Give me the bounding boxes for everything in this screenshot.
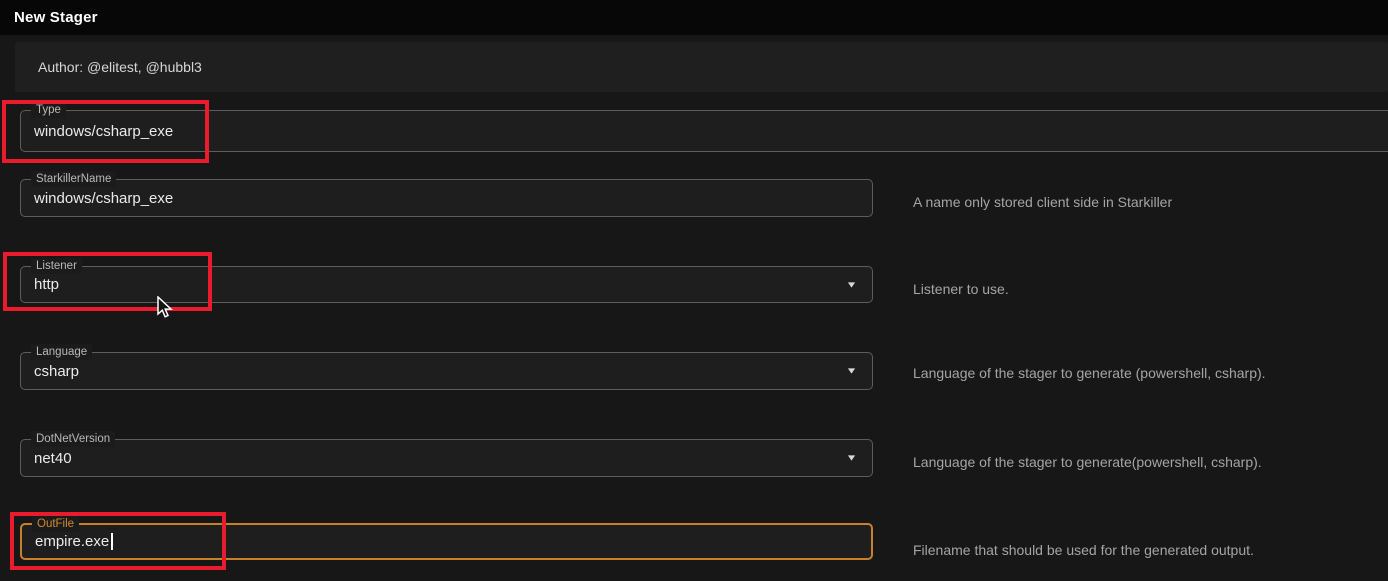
dotnetversion-select-value: net40 bbox=[34, 450, 72, 467]
new-stager-page: { "window": { "title": "New Stager" }, "… bbox=[0, 0, 1388, 581]
listener-helper-text: Listener to use. bbox=[913, 280, 1009, 299]
type-field-label: Type bbox=[31, 102, 66, 118]
outfile-input-label: OutFile bbox=[32, 516, 79, 532]
chevron-down-icon: ▼ bbox=[846, 280, 858, 289]
author-text: Author: @elitest, @hubbl3 bbox=[38, 59, 202, 75]
outfile-input-value: empire.exe bbox=[35, 533, 109, 550]
page-title: New Stager bbox=[14, 9, 98, 26]
starkillername-field-label: StarkillerName bbox=[31, 171, 116, 187]
language-select-label: Language bbox=[31, 344, 92, 360]
dotnetversion-select-label: DotNetVersion bbox=[31, 431, 115, 447]
language-select[interactable]: Language csharp ▼ bbox=[20, 352, 873, 390]
type-field[interactable]: Type windows/csharp_exe bbox=[20, 110, 1388, 152]
author-panel: Author: @elitest, @hubbl3 bbox=[15, 42, 1388, 92]
language-select-value: csharp bbox=[34, 363, 79, 380]
starkillername-helper-text: A name only stored client side in Starki… bbox=[913, 193, 1172, 212]
outfile-input[interactable]: OutFile empire.exe bbox=[20, 523, 873, 560]
header-bar: New Stager bbox=[0, 0, 1388, 35]
dotnetversion-helper-text: Language of the stager to generate(power… bbox=[913, 453, 1262, 472]
type-field-value: windows/csharp_exe bbox=[34, 123, 173, 140]
starkillername-field-value: windows/csharp_exe bbox=[34, 190, 173, 207]
outfile-helper-text: Filename that should be used for the gen… bbox=[913, 541, 1254, 560]
listener-select[interactable]: Listener http ▼ bbox=[20, 266, 873, 303]
dotnetversion-select[interactable]: DotNetVersion net40 ▼ bbox=[20, 439, 873, 477]
language-helper-text: Language of the stager to generate (powe… bbox=[913, 364, 1266, 383]
listener-select-value: http bbox=[34, 276, 59, 293]
listener-select-label: Listener bbox=[31, 258, 82, 274]
chevron-down-icon: ▼ bbox=[846, 367, 858, 376]
text-cursor bbox=[111, 533, 113, 550]
chevron-down-icon: ▼ bbox=[846, 454, 858, 463]
starkillername-field[interactable]: StarkillerName windows/csharp_exe bbox=[20, 179, 873, 217]
